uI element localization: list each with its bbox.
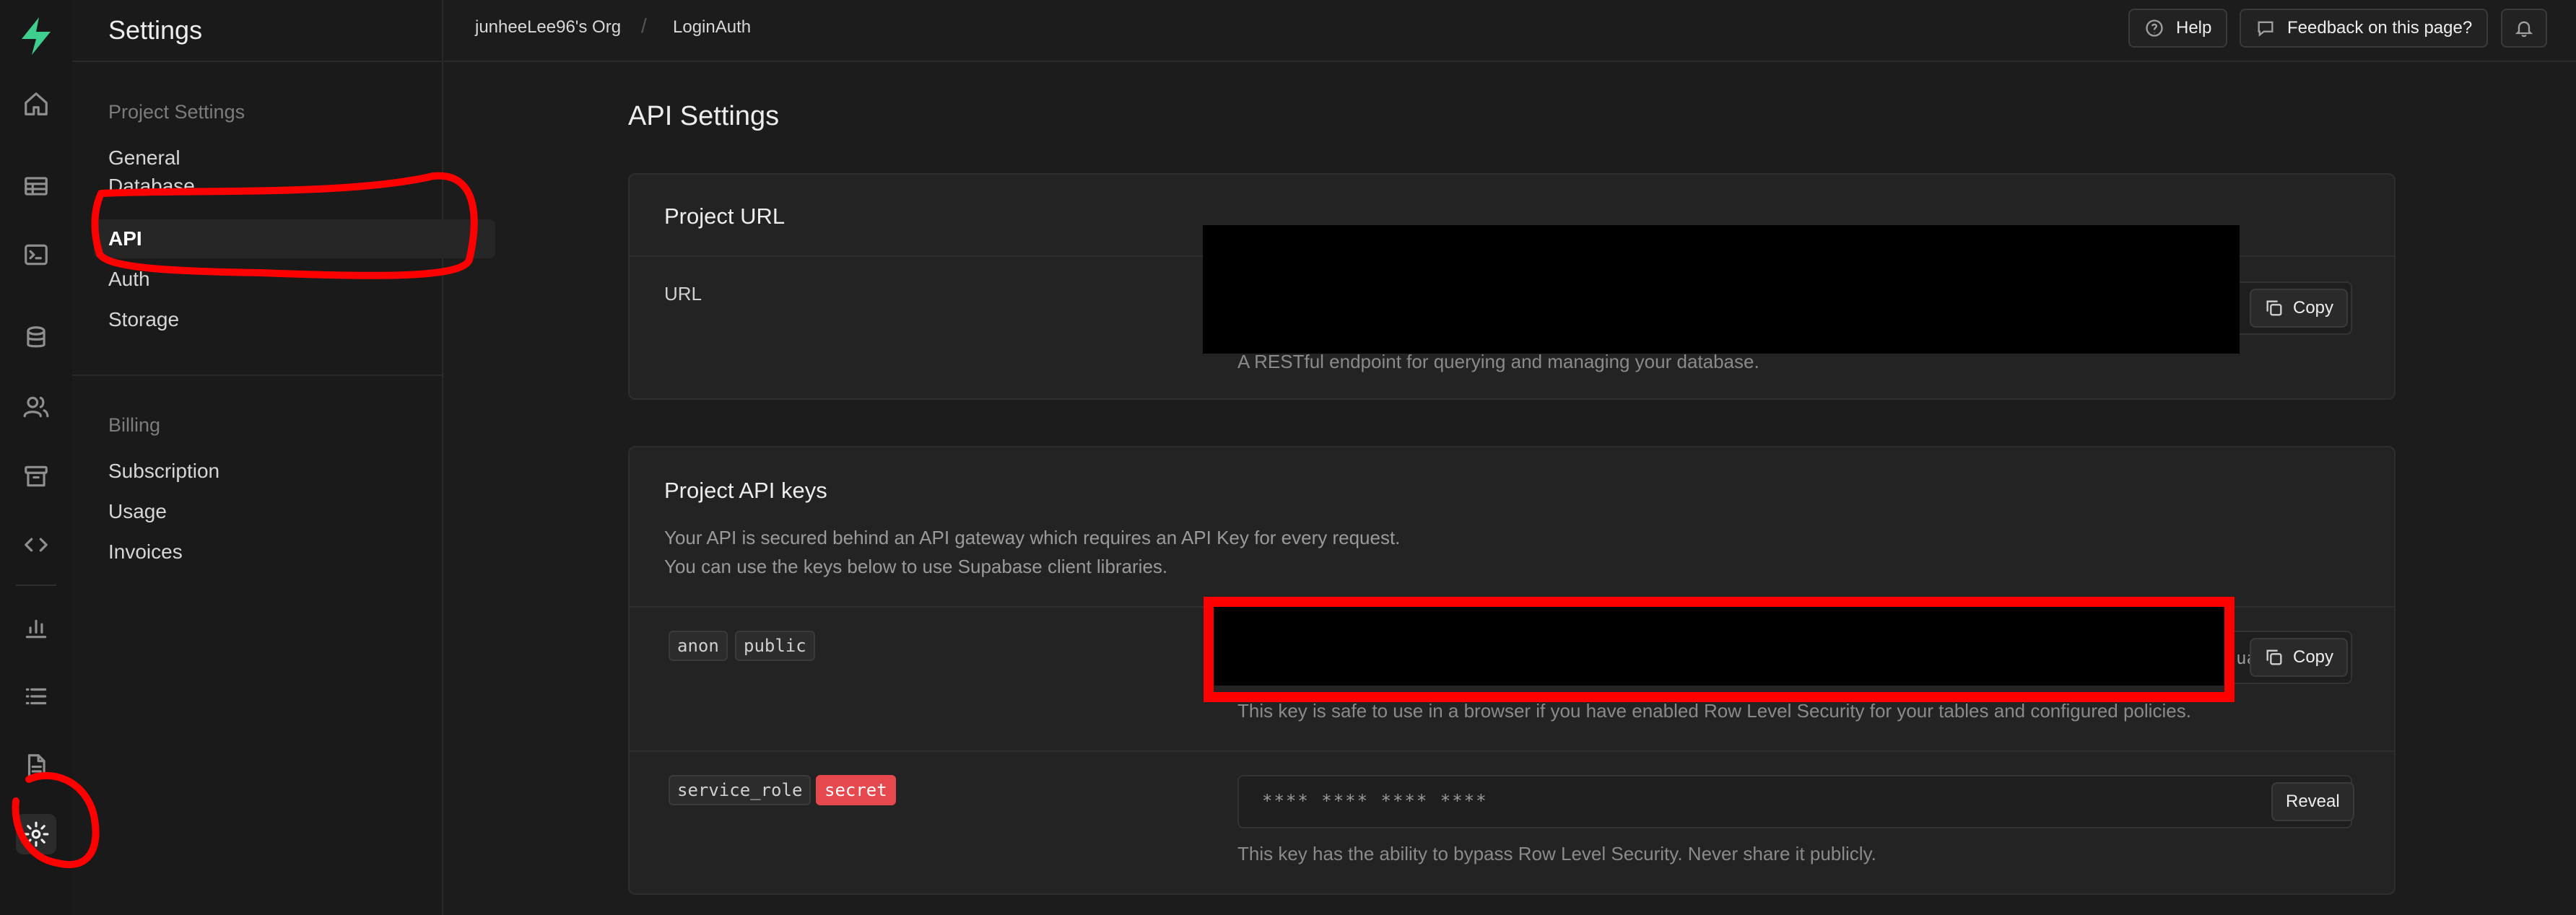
url-label: URL [664, 283, 702, 305]
sidebar-item-api[interactable]: API [94, 219, 495, 258]
sidebar-item-auth[interactable]: Auth [94, 260, 495, 299]
nav-divider [72, 375, 442, 376]
settings-icon[interactable] [16, 814, 56, 854]
copy-icon [2266, 649, 2282, 665]
project-url-title: Project URL [664, 203, 786, 229]
copy-icon [2266, 300, 2282, 316]
feedback-button[interactable]: Feedback on this page? [2240, 9, 2489, 48]
feedback-label: Feedback on this page? [2287, 18, 2473, 38]
logs-icon[interactable] [16, 676, 56, 717]
rail-divider [16, 585, 56, 586]
sql-editor-icon[interactable] [16, 235, 56, 275]
copy-anon-key-button[interactable]: Copy [2250, 638, 2349, 677]
url-description: A RESTful endpoint for querying and mana… [1237, 351, 1759, 372]
redacted-anon-key [1211, 600, 2232, 686]
lightning-logo-icon[interactable] [14, 14, 58, 58]
anon-tag: anon [669, 631, 728, 661]
help-label: Help [2176, 18, 2212, 38]
reveal-label: Reveal [2286, 792, 2340, 811]
sidenav-title: Settings [72, 0, 442, 62]
masked-key: **** **** **** **** [1262, 791, 1488, 811]
sidebar-item-subscription[interactable]: Subscription [94, 452, 495, 491]
table-editor-icon[interactable] [16, 166, 56, 206]
storage-icon[interactable] [16, 456, 56, 496]
docs-icon[interactable] [16, 745, 56, 786]
redacted-url [1203, 225, 2240, 354]
breadcrumb-org[interactable]: junheeLee96's Org [475, 17, 621, 38]
api-code-icon[interactable] [16, 525, 56, 565]
nav-group-billing: Billing [108, 414, 161, 436]
copy-label: Copy [2293, 647, 2334, 667]
reveal-button[interactable]: Reveal [2271, 782, 2354, 821]
chat-bubble-icon [2258, 21, 2273, 37]
api-keys-card: Project API keys Your API is secured beh… [628, 446, 2396, 895]
secret-tag: secret [816, 775, 896, 805]
project-url-card: Project URL URL Copy A RESTful endpoint … [628, 173, 2396, 400]
top-bar: junheeLee96's Org / LoginAuth Help Feedb… [442, 0, 2576, 62]
database-icon[interactable] [16, 318, 56, 358]
anon-key-description: This key is safe to use in a browser if … [1237, 700, 2191, 722]
breadcrumb-separator: / [641, 14, 647, 37]
users-icon[interactable] [16, 387, 56, 427]
home-icon[interactable] [16, 84, 56, 124]
sidebar-item-usage[interactable]: Usage [94, 492, 495, 531]
icon-rail [0, 0, 74, 915]
bell-icon [2515, 21, 2533, 38]
page-title: API Settings [628, 101, 780, 131]
service-role-key-field[interactable]: **** **** **** **** [1237, 775, 2352, 828]
copy-label: Copy [2293, 298, 2334, 318]
api-keys-title: Project API keys [664, 478, 827, 503]
service-role-description: This key has the ability to bypass Row L… [1237, 843, 1876, 864]
public-tag: public [735, 631, 815, 661]
help-icon [2146, 19, 2163, 37]
sidebar-item-storage[interactable]: Storage [94, 300, 495, 339]
notifications-button[interactable] [2501, 9, 2547, 48]
api-keys-intro-line2: You can use the keys below to use Supaba… [664, 556, 1168, 577]
service-role-tag: service_role [669, 775, 811, 805]
nav-group-project-settings: Project Settings [108, 101, 245, 123]
sidebar-item-general[interactable]: General [94, 139, 495, 178]
reports-icon[interactable] [16, 608, 56, 648]
copy-url-button[interactable]: Copy [2250, 289, 2349, 328]
breadcrumb-project[interactable]: LoginAuth [673, 17, 751, 38]
sidebar-item-invoices[interactable]: Invoices [94, 533, 495, 572]
help-button[interactable]: Help [2128, 9, 2228, 48]
card-divider [630, 750, 2394, 752]
settings-sidenav: Settings Project Settings General Databa… [72, 0, 495, 915]
api-keys-intro-line1: Your API is secured behind an API gatewa… [664, 527, 1401, 548]
sidebar-item-database[interactable]: Database [94, 175, 495, 203]
